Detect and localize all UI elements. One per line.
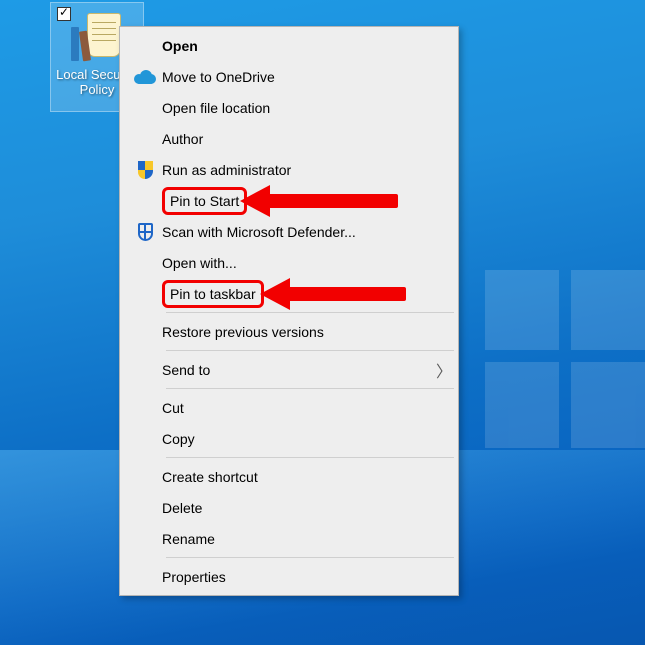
menu-label: Restore previous versions (162, 324, 456, 340)
menu-separator (166, 388, 454, 389)
menu-item-author[interactable]: Author (122, 123, 456, 154)
menu-label: Create shortcut (162, 469, 456, 485)
menu-separator (166, 350, 454, 351)
uac-shield-icon (128, 161, 162, 179)
menu-label: Run as administrator (162, 162, 456, 178)
menu-label: Scan with Microsoft Defender... (162, 224, 456, 240)
menu-item-copy[interactable]: Copy (122, 423, 456, 454)
menu-item-restore-previous-versions[interactable]: Restore previous versions (122, 316, 456, 347)
menu-label: Copy (162, 431, 456, 447)
windows-logo-watermark (485, 270, 645, 450)
menu-label: Cut (162, 400, 456, 416)
menu-label: Author (162, 131, 456, 147)
menu-item-cut[interactable]: Cut (122, 392, 456, 423)
menu-item-create-shortcut[interactable]: Create shortcut (122, 461, 456, 492)
menu-item-properties[interactable]: Properties (122, 561, 456, 592)
menu-label: Open with... (162, 255, 456, 271)
menu-item-open-with[interactable]: Open with... (122, 247, 456, 278)
menu-item-open[interactable]: Open (122, 30, 456, 61)
menu-label: Delete (162, 500, 456, 516)
menu-item-send-to[interactable]: Send to 〉 (122, 354, 456, 385)
desktop[interactable]: Local Security Policy Open Move to OneDr… (0, 0, 645, 645)
menu-item-pin-to-start[interactable]: Pin to Start (122, 185, 456, 216)
menu-separator (166, 312, 454, 313)
onedrive-cloud-icon (128, 70, 162, 84)
menu-item-open-file-location[interactable]: Open file location (122, 92, 456, 123)
defender-shield-icon (128, 223, 162, 241)
menu-label: Send to (162, 362, 432, 378)
menu-item-delete[interactable]: Delete (122, 492, 456, 523)
menu-label: Open (162, 38, 456, 54)
menu-label: Rename (162, 531, 456, 547)
selection-checkbox-icon[interactable] (57, 7, 71, 21)
submenu-chevron-right-icon: 〉 (432, 358, 456, 382)
menu-label: Open file location (162, 100, 456, 116)
menu-item-rename[interactable]: Rename (122, 523, 456, 554)
menu-item-scan-with-defender[interactable]: Scan with Microsoft Defender... (122, 216, 456, 247)
menu-label: Move to OneDrive (162, 69, 456, 85)
menu-item-move-to-onedrive[interactable]: Move to OneDrive (122, 61, 456, 92)
annotation-highlight-box: Pin to taskbar (162, 280, 264, 308)
menu-separator (166, 557, 454, 558)
context-menu: Open Move to OneDrive Open file location… (119, 26, 459, 596)
security-policy-icon (71, 11, 123, 63)
menu-separator (166, 457, 454, 458)
menu-item-run-as-administrator[interactable]: Run as administrator (122, 154, 456, 185)
annotation-highlight-box: Pin to Start (162, 187, 247, 215)
menu-item-pin-to-taskbar[interactable]: Pin to taskbar (122, 278, 456, 309)
menu-label: Properties (162, 569, 456, 585)
